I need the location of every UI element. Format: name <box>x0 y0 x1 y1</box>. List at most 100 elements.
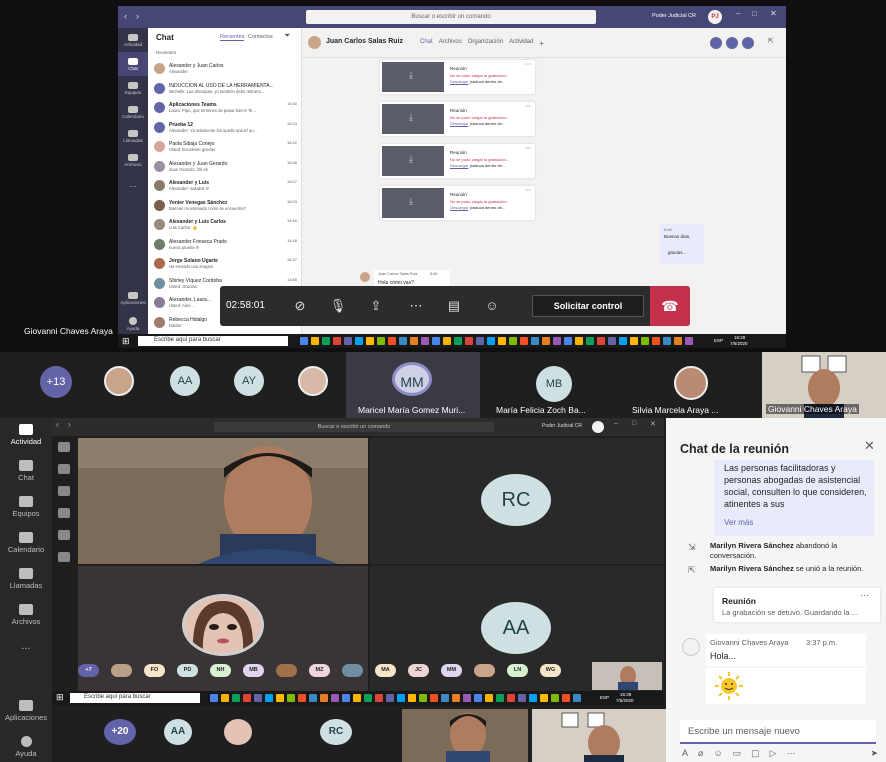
emoji-icon[interactable]: ☺ <box>713 748 722 760</box>
rail-item-activity[interactable]: Actividad <box>118 28 148 52</box>
windows-start-icon[interactable]: ⊞ <box>56 692 64 703</box>
tab-chat[interactable]: Chat <box>420 39 433 48</box>
screen-share-icon[interactable] <box>742 37 754 49</box>
taskbar-app-icon[interactable] <box>564 337 572 345</box>
taskbar-app-icon[interactable] <box>441 694 449 702</box>
taskbar-app-icon[interactable] <box>311 337 319 345</box>
share-screen-icon[interactable]: ⇪ <box>366 296 386 316</box>
filter-icon[interactable]: ⏷ <box>284 31 290 41</box>
taskbar-app-icon[interactable] <box>419 694 427 702</box>
close-icon[interactable]: ✕ <box>770 9 777 18</box>
tab-org[interactable]: Organización <box>468 39 503 48</box>
rail-item-calendar[interactable]: Calendario <box>118 100 148 124</box>
taskbar-app-icon[interactable] <box>276 694 284 702</box>
add-tab-icon[interactable]: + <box>539 39 544 48</box>
taskbar-app-icon[interactable] <box>421 337 429 345</box>
taskbar-app-icon[interactable] <box>399 337 407 345</box>
participant-chip[interactable]: MM <box>441 664 462 677</box>
tab-activity[interactable]: Actividad <box>509 39 533 48</box>
minimize-icon[interactable]: – <box>736 9 740 18</box>
search-input[interactable]: Buscar o escribir un comando <box>306 10 596 24</box>
taskbar-app-icon[interactable] <box>663 337 671 345</box>
chat-toggle-icon[interactable]: ▤ <box>444 296 464 316</box>
chat-list-item[interactable]: Alexander y Luis Alexander: saludos !!! 16… <box>148 176 301 196</box>
chat-list-item[interactable]: Alexander y Juan Gerardo Juan Gerardo: Ok… <box>148 157 301 177</box>
attach-icon[interactable]: ⌀ <box>698 748 703 760</box>
format-icon[interactable]: A <box>682 748 688 760</box>
mic-off-icon[interactable]: 🎙 <box>328 296 348 316</box>
taskbar-app-icon[interactable] <box>518 694 526 702</box>
more-participants-badge[interactable]: +20 <box>104 719 136 745</box>
bell-icon[interactable] <box>58 442 70 452</box>
taskbar-app-icon[interactable] <box>498 337 506 345</box>
taskbar-app-icon[interactable] <box>397 694 405 702</box>
taskbar-app-icon[interactable] <box>386 694 394 702</box>
chat-list-item[interactable]: Aplicaciones Teams Laura: Pipo, que termi… <box>148 98 301 118</box>
rail-item-more[interactable]: ... <box>118 172 148 196</box>
more-options-icon[interactable]: ⋯ <box>525 61 531 68</box>
camera-off-icon[interactable]: ⊘ <box>290 296 310 316</box>
taskbar-app-icon[interactable] <box>562 694 570 702</box>
participant-chip[interactable] <box>342 664 363 677</box>
taskbar-app-icon[interactable] <box>575 337 583 345</box>
taskbar-app-icon[interactable] <box>531 337 539 345</box>
taskbar-app-icon[interactable] <box>344 337 352 345</box>
participant-chip[interactable]: LN <box>507 664 528 677</box>
avatar[interactable] <box>592 421 604 433</box>
phone-icon[interactable] <box>58 530 70 540</box>
see-more-link[interactable]: Ver más <box>724 518 753 527</box>
taskbar-app-icon[interactable] <box>355 337 363 345</box>
participant-chip[interactable]: NH <box>210 664 231 677</box>
taskbar-app-icon[interactable] <box>366 337 374 345</box>
taskbar-app-icon[interactable] <box>232 694 240 702</box>
taskbar-search-input[interactable]: Escribe aquí para buscar <box>70 693 200 703</box>
chat-list-item[interactable]: Prueba 12 Alexander: Ya solamente los que… <box>148 118 301 138</box>
taskbar-app-icon[interactable] <box>674 337 682 345</box>
hang-up-button[interactable]: ☎ <box>650 286 690 326</box>
search-input[interactable]: Buscar o escribir un comando <box>214 422 494 432</box>
participant-chip[interactable] <box>474 664 495 677</box>
taskbar-app-icon[interactable] <box>619 337 627 345</box>
taskbar-app-icon[interactable] <box>685 337 693 345</box>
compose-input[interactable]: Escribe un mensaje nuevo <box>680 720 876 744</box>
tab-recent[interactable]: Recientes <box>220 34 245 41</box>
taskbar-app-icon[interactable] <box>432 337 440 345</box>
rail-item-files[interactable]: Archivos <box>118 148 148 172</box>
taskbar-app-icon[interactable] <box>507 694 515 702</box>
taskbar-app-icon[interactable] <box>333 337 341 345</box>
taskbar-app-icon[interactable] <box>476 337 484 345</box>
sticker-icon[interactable]: ▢ <box>751 748 760 760</box>
rail-item-files[interactable]: Archivos <box>0 604 52 626</box>
download-link[interactable]: Descargar <box>450 79 468 84</box>
participant-chip[interactable]: MA <box>375 664 396 677</box>
rail-item-help[interactable]: Ayuda <box>0 736 52 758</box>
close-icon[interactable]: ✕ <box>650 420 656 428</box>
back-arrow-icon[interactable]: ‹ <box>124 11 127 21</box>
maximize-icon[interactable]: □ <box>632 420 636 427</box>
taskbar-search-input[interactable]: Escribe aquí para buscar <box>138 336 288 346</box>
chat-list-item[interactable]: INDUCCIÓN AL USO DE LA HERRAMIENTA... Mic… <box>148 79 301 99</box>
taskbar-app-icon[interactable] <box>485 694 493 702</box>
taskbar-app-icon[interactable] <box>375 694 383 702</box>
close-chat-icon[interactable]: ✕ <box>864 438 875 454</box>
send-icon[interactable]: ➤ <box>870 748 878 760</box>
taskbar-app-icon[interactable] <box>553 337 561 345</box>
meet-icon[interactable]: ▷ <box>770 748 777 760</box>
more-icon[interactable]: ⋯ <box>787 748 796 760</box>
participant-chip[interactable]: MZ <box>309 664 330 677</box>
taskbar-app-icon[interactable] <box>265 694 273 702</box>
participant-chip[interactable]: MB <box>243 664 264 677</box>
taskbar-app-icon[interactable] <box>353 694 361 702</box>
rail-item-teams[interactable]: Equipos <box>0 496 52 518</box>
more-participants-chip[interactable]: +7 <box>78 664 99 677</box>
maximize-icon[interactable]: □ <box>752 9 757 18</box>
rail-item-more[interactable]: ... <box>0 640 52 652</box>
taskbar-app-icon[interactable] <box>287 694 295 702</box>
download-link[interactable]: Descargar <box>450 205 468 210</box>
taskbar-app-icon[interactable] <box>410 337 418 345</box>
taskbar-app-icon[interactable] <box>452 694 460 702</box>
taskbar-app-icon[interactable] <box>586 337 594 345</box>
taskbar-app-icon[interactable] <box>608 337 616 345</box>
video-call-icon[interactable] <box>710 37 722 49</box>
minimize-icon[interactable]: – <box>614 420 618 427</box>
